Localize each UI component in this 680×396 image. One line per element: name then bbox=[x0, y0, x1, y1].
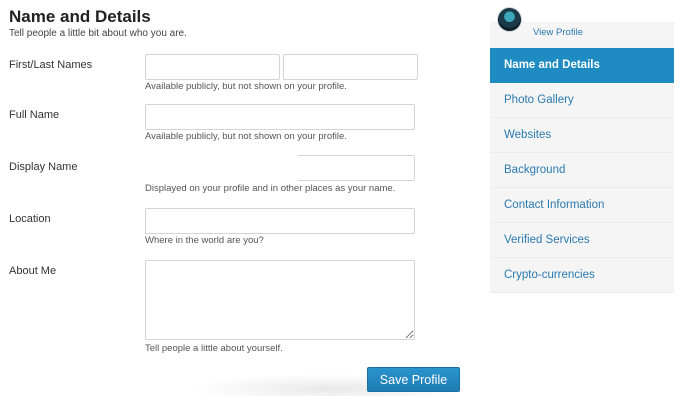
display-name-hint: Displayed on your profile and in other p… bbox=[145, 183, 396, 194]
about-me-hint: Tell people a little about yourself. bbox=[145, 343, 283, 354]
page-title: Name and Details bbox=[9, 7, 151, 26]
last-name-input[interactable] bbox=[283, 54, 418, 80]
location-input[interactable] bbox=[145, 208, 415, 234]
sidebar-item-verified-services[interactable]: Verified Services bbox=[490, 223, 674, 258]
location-hint: Where in the world are you? bbox=[145, 235, 264, 246]
sidebar-item-photo-gallery[interactable]: Photo Gallery bbox=[490, 83, 674, 118]
about-me-textarea[interactable] bbox=[145, 260, 415, 340]
first-last-label: First/Last Names bbox=[9, 59, 93, 71]
sidebar-item-background[interactable]: Background bbox=[490, 153, 674, 188]
sidebar-item-name-and-details[interactable]: Name and Details bbox=[490, 48, 674, 83]
view-profile-link[interactable]: View Profile bbox=[533, 27, 583, 38]
first-last-hint: Available publicly, but not shown on you… bbox=[145, 81, 347, 92]
full-name-hint: Available publicly, but not shown on you… bbox=[145, 131, 347, 142]
sidebar-nav: Name and Details Photo Gallery Websites … bbox=[490, 48, 674, 293]
full-name-input[interactable] bbox=[145, 104, 415, 130]
avatar[interactable] bbox=[497, 7, 522, 32]
about-me-label: About Me bbox=[9, 265, 57, 277]
first-name-input[interactable] bbox=[145, 54, 280, 80]
location-label: Location bbox=[9, 213, 51, 225]
sidebar-item-crypto-currencies[interactable]: Crypto-currencies bbox=[490, 258, 674, 293]
sidebar-item-contact-information[interactable]: Contact Information bbox=[490, 188, 674, 223]
page-subtitle: Tell people a little bit about who you a… bbox=[9, 28, 187, 39]
sidebar-item-websites[interactable]: Websites bbox=[490, 118, 674, 153]
display-name-input[interactable] bbox=[297, 155, 415, 181]
display-name-label: Display Name bbox=[9, 161, 78, 173]
save-profile-button[interactable]: Save Profile bbox=[367, 367, 460, 392]
full-name-label: Full Name bbox=[9, 109, 60, 121]
